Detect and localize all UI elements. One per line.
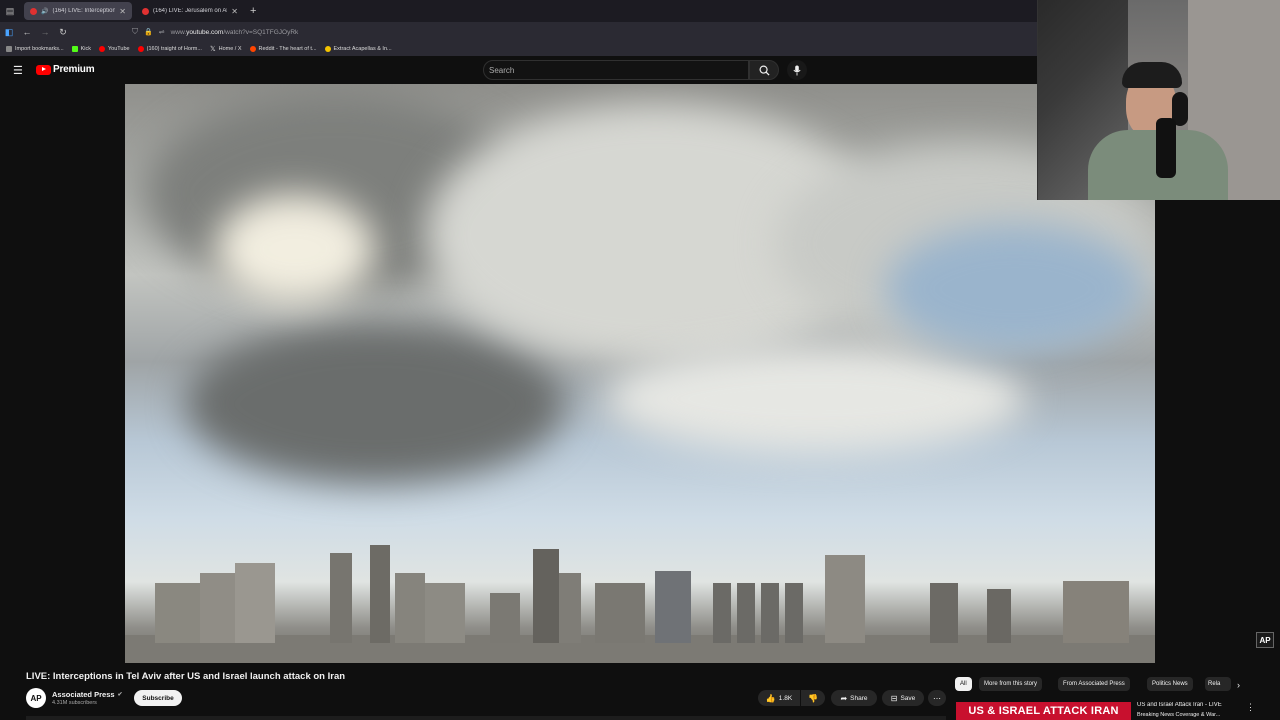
menu-icon[interactable]: ☰ <box>13 64 23 77</box>
x-icon: 𝕏 <box>209 46 216 53</box>
related-video-title[interactable]: US and Israel Attack Iran - LIVE <box>1137 702 1245 708</box>
logo-text: Premium <box>53 64 95 75</box>
save-button[interactable]: ⊟ Save <box>882 690 924 706</box>
close-tab-icon[interactable]: ✕ <box>231 7 238 16</box>
sun-glow <box>215 194 375 304</box>
subscribe-button[interactable]: Subscribe <box>134 690 182 706</box>
import-icon <box>6 46 12 52</box>
related-video-subtitle[interactable]: Breaking News Coverage & War... <box>1137 712 1245 718</box>
description-preview <box>26 716 946 720</box>
microphone-arm <box>1156 118 1176 178</box>
bookmark-item[interactable]: (160) traight of Horm... <box>137 46 202 52</box>
chip-more-from-story[interactable]: More from this story <box>979 677 1043 691</box>
like-count: 1.8K <box>778 694 793 702</box>
thumbs-up-icon: 👍 <box>765 693 776 703</box>
cloud-shape <box>605 344 1025 454</box>
emoji-icon <box>324 46 331 52</box>
youtube-play-icon <box>36 64 51 75</box>
browser-tab-active[interactable]: 🔊 (164) LIVE: Interceptions in ✕ <box>24 2 132 20</box>
channel-avatar[interactable]: AP <box>26 688 46 708</box>
voice-search-button[interactable] <box>787 60 807 80</box>
cap <box>1122 62 1182 88</box>
related-video-thumbnail[interactable]: US & ISRAEL ATTACK IRAN <box>956 702 1131 720</box>
bookmark-item[interactable]: Reddit - The heart of t... <box>249 46 317 52</box>
bookmark-item[interactable]: Extract Acapellas & In... <box>324 46 392 52</box>
bookmark-item[interactable]: Kick <box>71 46 91 52</box>
cloud-shape <box>885 224 1145 354</box>
ap-watermark: AP <box>1256 632 1274 648</box>
dislike-button[interactable]: 👎 <box>801 690 825 706</box>
close-tab-icon[interactable]: ✕ <box>119 7 126 16</box>
tab-label: (164) LIVE: Interceptions in <box>52 8 116 14</box>
tab-list-icon[interactable]: ▤ <box>0 6 20 17</box>
url-bar[interactable]: ⛉ 🔒 ⇌ www.youtube.com/watch?v=SQ1TFGJOyR… <box>132 27 298 37</box>
search-input[interactable]: Search <box>483 60 749 80</box>
search-button[interactable] <box>749 60 779 80</box>
thumbs-down-icon: 👎 <box>808 693 818 703</box>
url-text: www.youtube.com/watch?v=SQ1TFGJOyRk <box>170 28 299 36</box>
permissions-icon[interactable]: ⇌ <box>159 28 165 36</box>
youtube-favicon-icon <box>30 7 37 15</box>
share-label: Share <box>850 694 868 702</box>
more-horizontal-icon: ⋯ <box>933 693 941 703</box>
kick-icon <box>71 46 78 52</box>
bookmark-item[interactable]: Import bookmarks... <box>6 46 64 52</box>
bookmark-item[interactable]: 𝕏 Home / X <box>210 45 242 53</box>
chip-related[interactable]: Rela <box>1205 677 1231 691</box>
more-vertical-icon[interactable]: ⋮ <box>1246 702 1255 713</box>
more-actions-button[interactable]: ⋯ <box>928 690 946 706</box>
bookmark-icon: ⊟ <box>890 693 898 703</box>
city-skyline <box>125 545 1155 663</box>
share-button[interactable]: ➦ Share <box>831 690 877 706</box>
bookmark-item[interactable]: YouTube <box>99 46 130 52</box>
youtube-icon <box>137 46 144 52</box>
lock-icon[interactable]: 🔒 <box>144 28 153 36</box>
save-label: Save <box>900 694 916 702</box>
back-icon[interactable]: ← <box>18 27 36 37</box>
video-player[interactable] <box>125 84 1155 663</box>
video-title: LIVE: Interceptions in Tel Aviv after US… <box>26 671 346 682</box>
sidebar-toggle-icon[interactable]: ◧ <box>0 27 18 38</box>
chevron-right-icon[interactable]: › <box>1237 680 1240 690</box>
youtube-icon <box>99 46 105 52</box>
reddit-icon <box>249 46 256 52</box>
channel-name-text: Associated Press <box>52 690 115 699</box>
forward-icon[interactable]: → <box>36 27 54 37</box>
reload-icon[interactable]: ↻ <box>54 27 72 38</box>
share-icon: ➦ <box>840 693 848 703</box>
new-tab-button[interactable]: + <box>250 5 256 17</box>
shield-icon[interactable]: ⛉ <box>132 27 138 37</box>
subscriber-count: 4.31M subscribers <box>52 700 97 706</box>
microphone-icon <box>793 65 801 75</box>
youtube-favicon-icon <box>142 7 149 15</box>
youtube-logo[interactable]: Premium <box>36 64 95 75</box>
search-icon <box>759 65 770 76</box>
channel-name[interactable]: Associated Press ✔ <box>52 690 123 699</box>
like-button[interactable]: 👍 1.8K <box>758 690 800 706</box>
cloud-shape <box>185 324 565 484</box>
webcam-overlay <box>1037 0 1280 200</box>
tab-label: (164) LIVE: Jerusalem on Alert a <box>153 8 228 14</box>
chip-all[interactable]: All <box>955 677 972 691</box>
browser-tab[interactable]: (164) LIVE: Jerusalem on Alert a ✕ <box>136 2 244 20</box>
chip-politics-news[interactable]: Politics News <box>1147 677 1193 691</box>
speaker-icon[interactable]: 🔊 <box>41 8 48 15</box>
verified-icon: ✔ <box>117 692 123 698</box>
chip-from-associated-press[interactable]: From Associated Press <box>1058 677 1130 691</box>
